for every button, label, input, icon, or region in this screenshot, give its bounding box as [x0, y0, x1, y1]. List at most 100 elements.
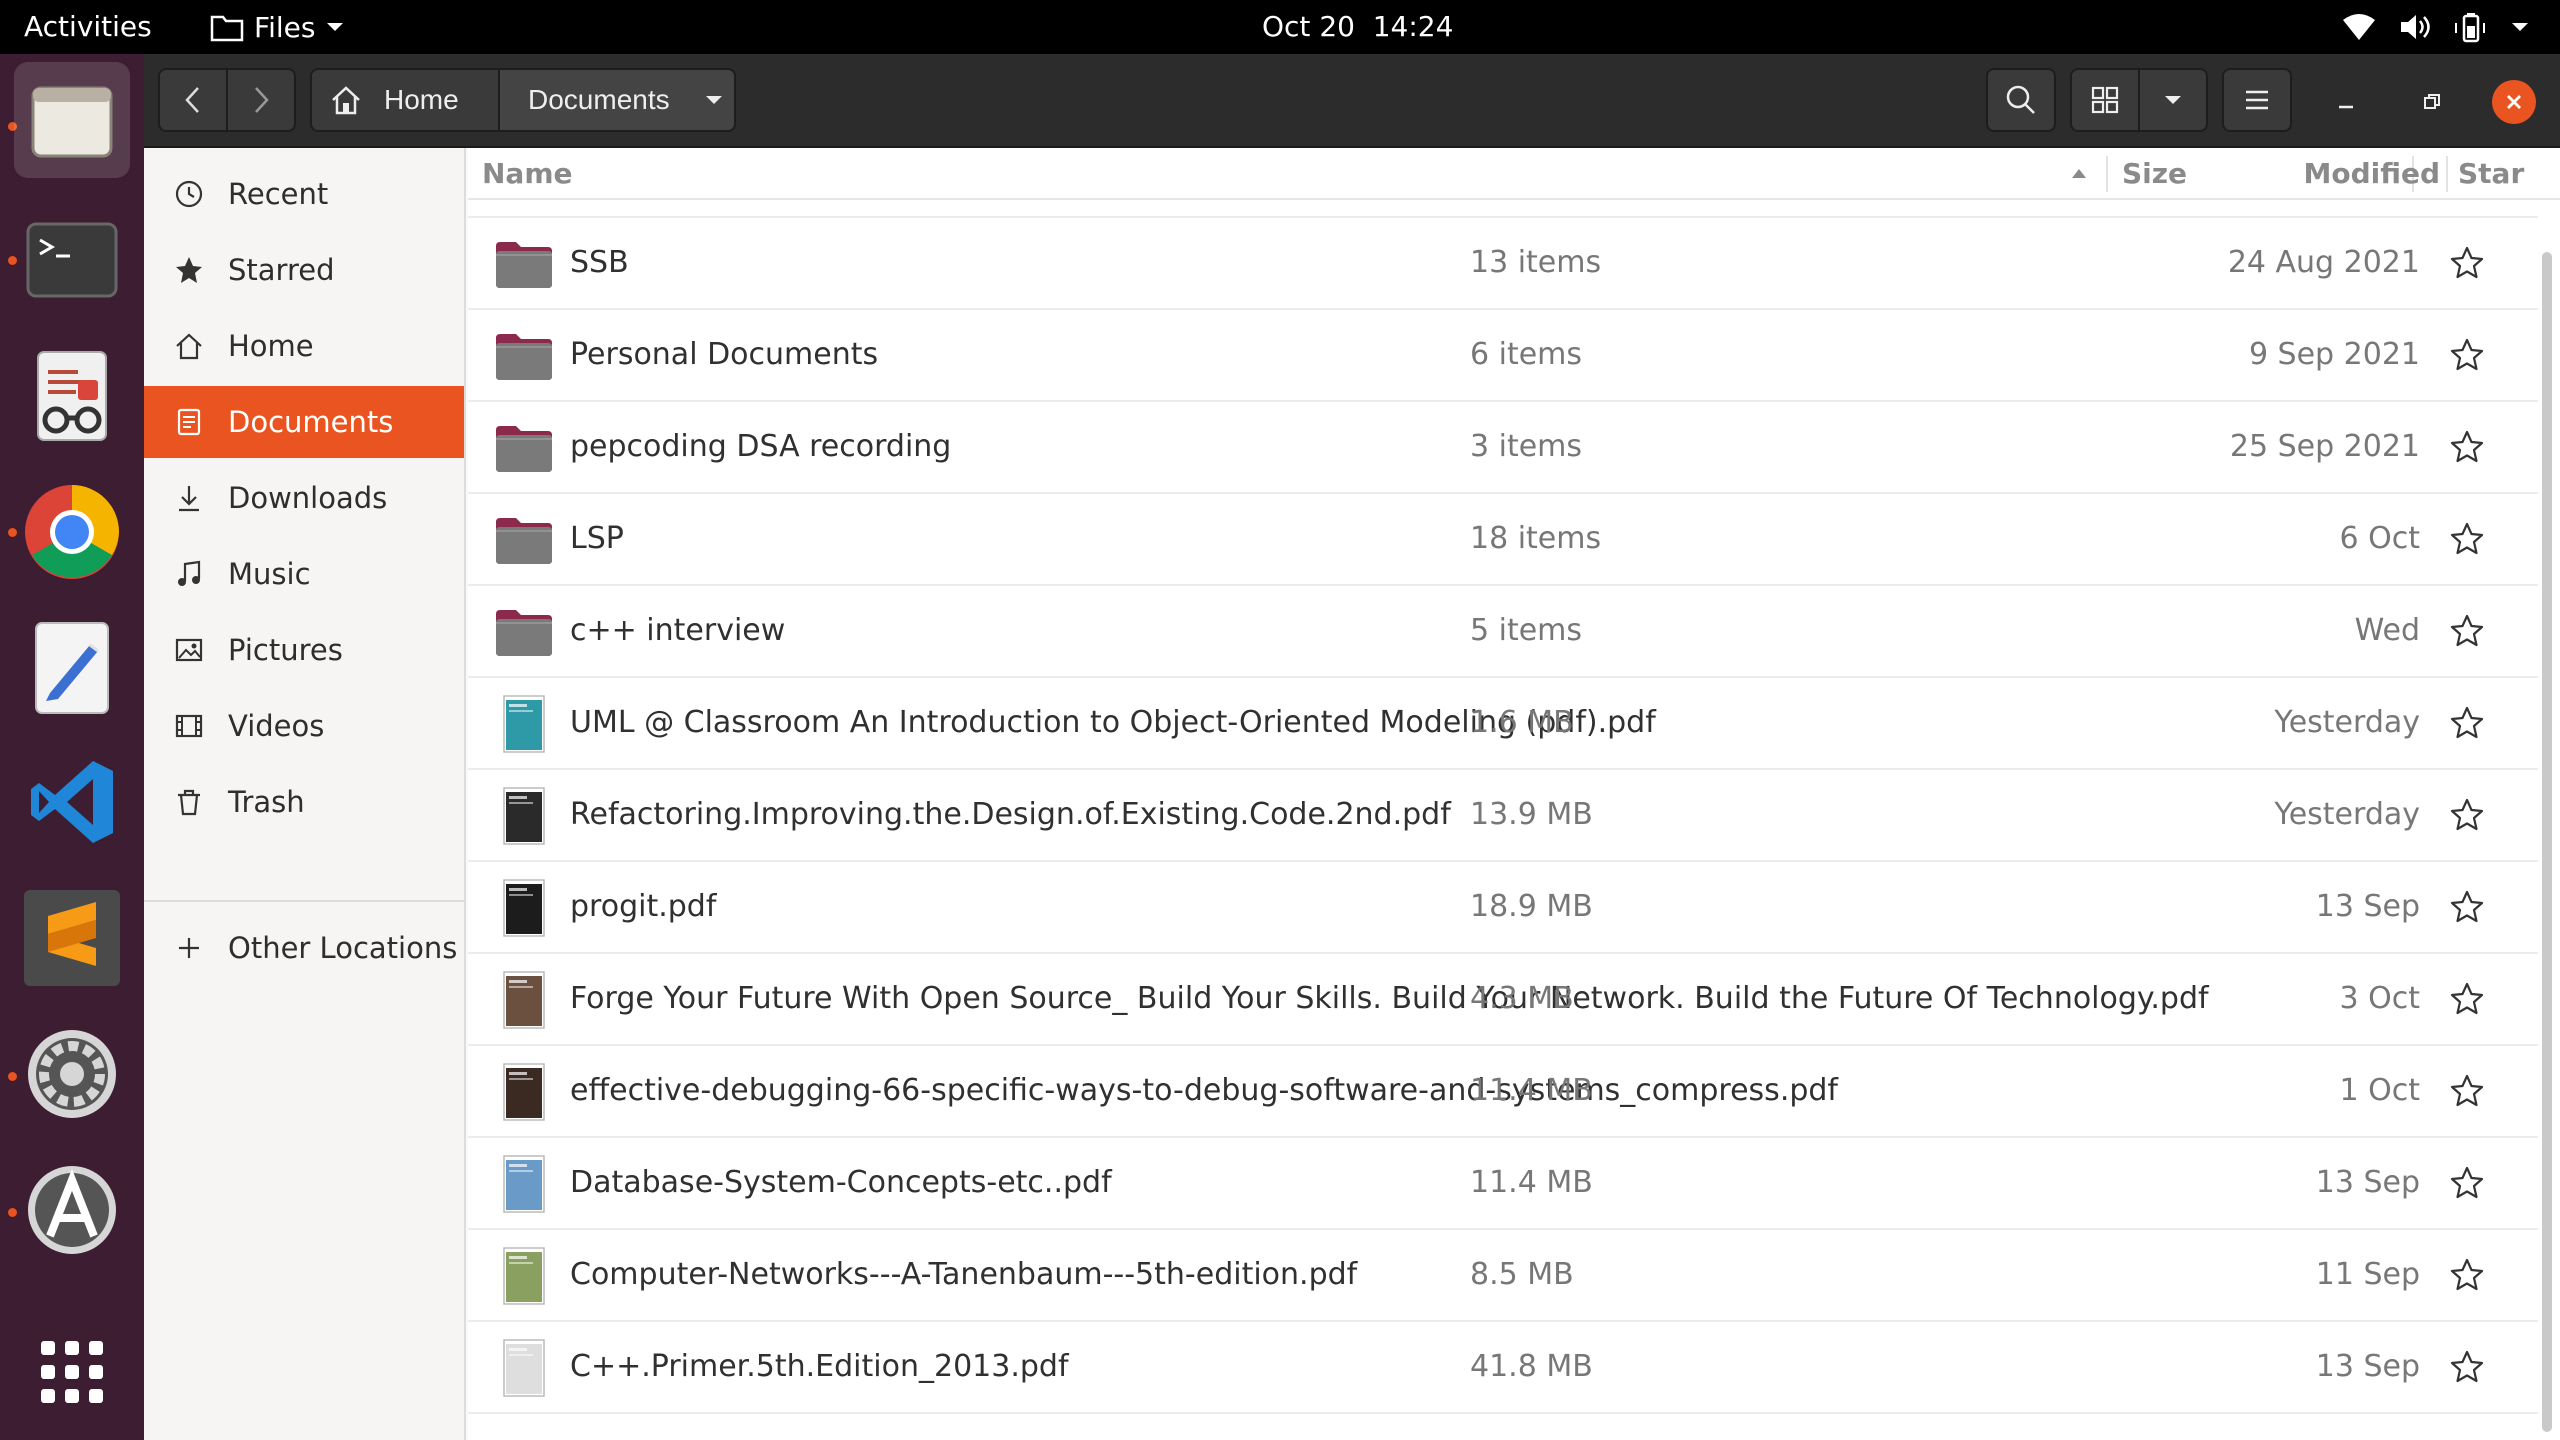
files-app-icon [31, 86, 113, 158]
sidebar-item-recent[interactable]: Recent [144, 158, 464, 230]
column-header-star[interactable]: Star [2458, 148, 2524, 200]
dock-files[interactable] [14, 62, 130, 178]
chevron-down-icon [2165, 96, 2181, 104]
show-applications-button[interactable] [14, 1314, 130, 1430]
file-modified: 25 Sep 2021 [2229, 429, 2420, 464]
file-size: 13.9 MB [1470, 797, 1593, 832]
sidebar-item-music[interactable]: Music [144, 538, 464, 610]
star-toggle-icon[interactable] [2448, 1072, 2486, 1110]
app-menu[interactable]: Files [210, 0, 345, 54]
restore-icon [2424, 94, 2440, 109]
file-modified: 13 Sep [2315, 1165, 2420, 1200]
home-icon [332, 86, 360, 115]
view-grid-button[interactable] [2070, 68, 2140, 132]
star-toggle-icon[interactable] [2448, 704, 2486, 742]
column-separator[interactable] [2446, 156, 2448, 192]
text-editor-icon [35, 622, 109, 714]
star-toggle-icon[interactable] [2448, 520, 2486, 558]
column-separator[interactable] [2106, 156, 2108, 192]
sidebar-item-pictures[interactable]: Pictures [144, 614, 464, 686]
sidebar-item-label: Videos [228, 709, 325, 743]
sidebar-item-starred[interactable]: Starred [144, 234, 464, 306]
file-row[interactable]: LSP 18 items 6 Oct [468, 494, 2538, 586]
sidebar-item-trash[interactable]: Trash [144, 766, 464, 838]
file-row[interactable]: Forge Your Future With Open Source_ Buil… [468, 954, 2538, 1046]
file-modified: 6 Oct [2339, 521, 2421, 556]
file-row[interactable]: effective-debugging-66-specific-ways-to-… [468, 1046, 2538, 1138]
pdf-thumbnail-icon [503, 971, 545, 1029]
restore-button[interactable] [2410, 80, 2454, 124]
star-toggle-icon[interactable] [2448, 1348, 2486, 1386]
star-toggle-icon[interactable] [2448, 888, 2486, 926]
file-row[interactable]: Refactoring.Improving.the.Design.of.Exis… [468, 770, 2538, 862]
close-button[interactable] [2492, 80, 2536, 124]
music-icon [172, 557, 206, 591]
file-modified: Wed [2354, 613, 2420, 648]
file-row[interactable]: C++.Primer.5th.Edition_2013.pdf 41.8 MB 13… [468, 1322, 2538, 1414]
file-row[interactable]: progit.pdf 18.9 MB 13 Sep [468, 862, 2538, 954]
file-row[interactable]: UML @ Classroom An Introduction to Objec… [468, 678, 2538, 770]
minimize-button[interactable] [2324, 80, 2368, 124]
sublime-text-icon [24, 890, 120, 986]
trash-icon [172, 785, 206, 819]
minimize-icon [2339, 105, 2353, 109]
star-toggle-icon[interactable] [2448, 612, 2486, 650]
search-button[interactable] [1986, 68, 2056, 132]
file-row[interactable]: pepcoding DSA recording 3 items 25 Sep 202… [468, 402, 2538, 494]
sidebar-item-other-locations[interactable]: Other Locations [144, 912, 464, 984]
clock[interactable]: Oct 20 14:24 [1262, 0, 1453, 54]
view-options-button[interactable] [2138, 68, 2208, 132]
sidebar-item-documents[interactable]: Documents [144, 386, 464, 458]
pathbar-documents[interactable]: Documents [498, 68, 736, 132]
dock-document-viewer[interactable] [14, 340, 130, 456]
star-toggle-icon[interactable] [2448, 336, 2486, 374]
vertical-scrollbar[interactable] [2542, 252, 2552, 1432]
column-header-size[interactable]: Size [2122, 148, 2187, 200]
column-header-modified[interactable]: Modified [2303, 148, 2440, 200]
back-button[interactable] [158, 68, 228, 132]
star-toggle-icon[interactable] [2448, 796, 2486, 834]
wifi-icon [2343, 14, 2375, 40]
system-tray[interactable] [2342, 0, 2530, 54]
pdf-thumbnail-icon [503, 787, 545, 845]
dock-software-updater[interactable] [14, 1152, 130, 1268]
dock-vscode[interactable] [14, 744, 130, 860]
sidebar-item-label: Pictures [228, 633, 343, 667]
search-icon [2006, 85, 2035, 114]
dock-chrome[interactable] [14, 474, 130, 590]
dock-text-editor[interactable] [14, 610, 130, 726]
file-name: Personal Documents [570, 337, 879, 372]
file-row[interactable]: Database-System-Concepts-etc..pdf 11.4 MB… [468, 1138, 2538, 1230]
sidebar-item-videos[interactable]: Videos [144, 690, 464, 762]
star-toggle-icon[interactable] [2448, 1164, 2486, 1202]
app-grid-icon [41, 1341, 103, 1403]
pathbar-home[interactable]: Home [310, 68, 500, 132]
file-row[interactable]: Personal Documents 6 items 9 Sep 2021 [468, 310, 2538, 402]
file-row[interactable]: c++ interview 5 items Wed [468, 586, 2538, 678]
column-header-name[interactable]: Name [482, 148, 573, 200]
picture-icon [172, 633, 206, 667]
dock-sublime-text[interactable] [14, 880, 130, 996]
dock-terminal[interactable] [14, 202, 130, 318]
sidebar-item-home[interactable]: Home [144, 310, 464, 382]
dock-settings[interactable] [14, 1016, 130, 1132]
pdf-thumbnail-icon [503, 1247, 545, 1305]
forward-button[interactable] [226, 68, 296, 132]
sidebar-item-downloads[interactable]: Downloads [144, 462, 464, 534]
activities-button[interactable]: Activities [24, 0, 152, 54]
star-toggle-icon[interactable] [2448, 1256, 2486, 1294]
star-toggle-icon[interactable] [2448, 980, 2486, 1018]
column-headers: Name Size Modified Star [468, 148, 2560, 200]
menu-button[interactable] [2222, 68, 2292, 132]
file-modified: 1 Oct [2339, 1073, 2421, 1108]
star-toggle-icon[interactable] [2448, 428, 2486, 466]
file-size: 11.4 MB [1470, 1073, 1593, 1108]
software-updater-icon [28, 1166, 116, 1254]
file-size: 4.3 MB [1470, 981, 1574, 1016]
file-row[interactable]: SSB 13 items 24 Aug 2021 [468, 218, 2538, 310]
star-toggle-icon[interactable] [2448, 244, 2486, 282]
file-size: 18 items [1470, 521, 1602, 556]
pdf-thumbnail-icon [503, 1155, 545, 1213]
file-row[interactable]: Computer-Networks---A-Tanenbaum---5th-ed… [468, 1230, 2538, 1322]
folder-icon [496, 426, 552, 472]
